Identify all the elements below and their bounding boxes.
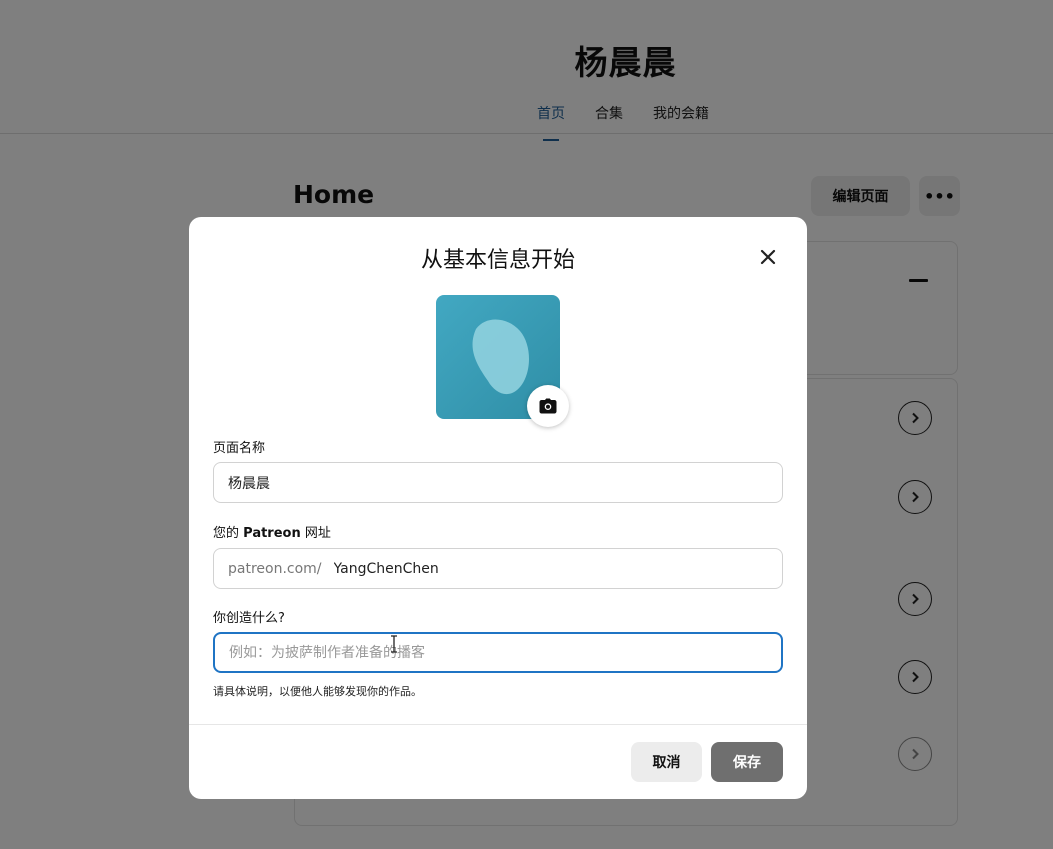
basic-info-dialog: 从基本信息开始 页面名称 您的 Patreon 网址 patreon.com/ … xyxy=(189,217,807,799)
save-button[interactable]: 保存 xyxy=(711,742,783,782)
page-name-input[interactable] xyxy=(213,462,783,503)
dialog-title: 从基本信息开始 xyxy=(420,248,575,273)
helper-text: 请具体说明，以便他人能够发现你的作品。 xyxy=(213,685,422,698)
text-cursor-icon xyxy=(391,635,397,653)
url-label-suffix: 网址 xyxy=(300,526,331,541)
camera-icon[interactable] xyxy=(527,385,569,427)
footer-divider xyxy=(189,724,807,725)
cancel-button[interactable]: 取消 xyxy=(631,742,702,782)
url-field[interactable]: patreon.com/ xyxy=(213,548,783,589)
url-label-brand: Patreon xyxy=(243,526,301,541)
url-label-prefix: 您的 xyxy=(213,526,244,541)
url-label: 您的 Patreon 网址 xyxy=(213,522,331,541)
close-icon[interactable] xyxy=(755,244,781,270)
url-prefix: patreon.com/ xyxy=(228,560,322,577)
create-label: 你创造什么? xyxy=(213,611,285,626)
page-name-label: 页面名称 xyxy=(213,441,266,456)
create-input[interactable] xyxy=(213,632,783,673)
url-input[interactable] xyxy=(333,560,714,577)
